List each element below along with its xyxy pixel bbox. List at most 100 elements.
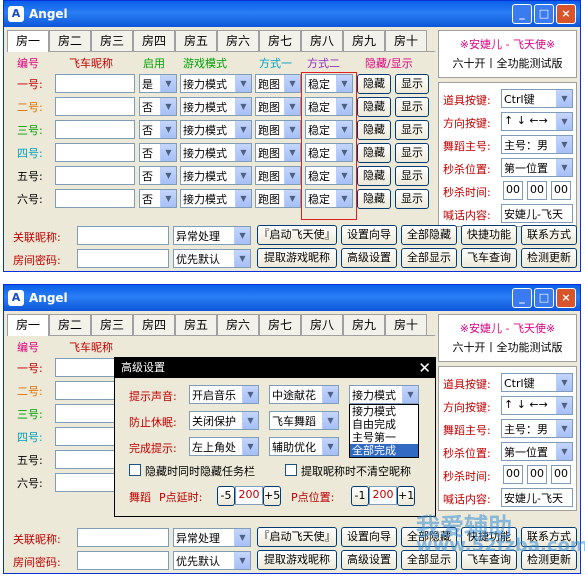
hide-all-button[interactable]: 全部隐藏 <box>401 225 457 245</box>
slot-mode-select[interactable]: 接力模式 ▼ <box>180 143 252 162</box>
slot-mode-select[interactable]: 接力模式 ▼ <box>180 166 252 185</box>
kill-hour-input[interactable]: 00 <box>503 465 523 484</box>
p-pos-minus-button[interactable]: -1 <box>351 486 369 506</box>
kill-hour-input[interactable]: 00 <box>503 181 523 200</box>
setting-select[interactable]: ↑ ↓ ←→ ▼ <box>501 112 573 131</box>
slot-enable-select[interactable]: 是 ▼ <box>139 74 177 93</box>
close-button[interactable]: × <box>556 288 576 308</box>
priority-select[interactable]: 优先默认 ▼ <box>173 249 251 268</box>
minimize-button[interactable]: _ <box>512 288 532 308</box>
tab-room-5[interactable]: 房五 <box>175 30 217 51</box>
slot-hide-button[interactable]: 隐藏 <box>357 120 391 140</box>
start-button[interactable]: 『启动飞天使』 <box>257 527 337 547</box>
wizard-button[interactable]: 设置向导 <box>341 225 397 245</box>
slot-enable-select[interactable]: 否 ▼ <box>139 189 177 208</box>
advanced-settings-button[interactable]: 高级设置 <box>341 248 397 268</box>
assoc-nick-input[interactable] <box>77 528 169 547</box>
exception-select[interactable]: 异常处理 ▼ <box>173 226 251 245</box>
assist-select[interactable]: 辅助优化 ▼ <box>269 437 339 456</box>
slot-enable-select[interactable]: 否 ▼ <box>139 166 177 185</box>
option-main-first[interactable]: 主号第一 <box>350 431 418 444</box>
assoc-nick-input[interactable] <box>77 226 169 245</box>
tab-room-1[interactable]: 房一 <box>7 30 49 52</box>
setting-select[interactable]: 主号：男 ▼ <box>501 419 573 438</box>
tab-room-10[interactable]: 房十 <box>385 30 427 51</box>
slot-hide-button[interactable]: 隐藏 <box>357 166 391 186</box>
slot-method2-select[interactable]: 稳定 ▼ <box>305 189 353 208</box>
priority-select[interactable]: 优先默认 ▼ <box>173 551 251 570</box>
slot-method2-select[interactable]: 稳定 ▼ <box>305 143 353 162</box>
title-bar[interactable]: A Angel _ □ × <box>4 285 580 311</box>
p-delay-plus-button[interactable]: +5 <box>263 486 281 506</box>
slot-mode-select[interactable]: 接力模式 ▼ <box>180 189 252 208</box>
exception-select[interactable]: 异常处理 ▼ <box>173 528 251 547</box>
setting-select[interactable]: Ctrl键 ▼ <box>501 89 573 108</box>
tab-room-9[interactable]: 房九 <box>343 314 385 335</box>
advanced-settings-button[interactable]: 高级设置 <box>341 550 397 570</box>
extract-nick-button[interactable]: 提取游戏昵称 <box>257 248 337 268</box>
tab-room-4[interactable]: 房四 <box>133 30 175 51</box>
slot-enable-select[interactable]: 否 ▼ <box>139 143 177 162</box>
tab-room-8[interactable]: 房八 <box>301 314 343 335</box>
tab-room-6[interactable]: 房六 <box>217 30 259 51</box>
sound-select[interactable]: 开启音乐 ▼ <box>189 385 259 404</box>
tab-room-9[interactable]: 房九 <box>343 30 385 51</box>
slot-method1-select[interactable]: 跑图 ▼ <box>255 97 301 116</box>
setting-select[interactable]: 主号：男 ▼ <box>501 135 573 154</box>
kill-second-input[interactable]: 00 <box>551 181 571 200</box>
car-query-button[interactable]: 飞车查询 <box>461 248 517 268</box>
dialog-title-bar[interactable]: 高级设置 ✕ <box>115 358 435 378</box>
slot-show-button[interactable]: 显示 <box>395 120 429 140</box>
slot-method2-select[interactable]: 稳定 ▼ <box>305 166 353 185</box>
setting-select[interactable]: ↑ ↓ ←→ ▼ <box>501 396 573 415</box>
slot-nick-input[interactable] <box>55 74 135 93</box>
setting-select[interactable]: 第一位置 ▼ <box>501 442 573 461</box>
slot-mode-select[interactable]: 接力模式 ▼ <box>180 97 252 116</box>
maximize-button[interactable]: □ <box>534 288 554 308</box>
slot-show-button[interactable]: 显示 <box>395 189 429 209</box>
tab-room-1[interactable]: 房一 <box>7 314 49 336</box>
slot-hide-button[interactable]: 隐藏 <box>357 189 391 209</box>
tab-room-5[interactable]: 房五 <box>175 314 217 335</box>
tab-room-3[interactable]: 房三 <box>91 314 133 335</box>
p-delay-minus-button[interactable]: -5 <box>217 486 235 506</box>
shortcut-button[interactable]: 快捷功能 <box>461 225 517 245</box>
tab-room-7[interactable]: 房七 <box>259 30 301 51</box>
show-all-button[interactable]: 全部显示 <box>401 248 457 268</box>
close-button[interactable]: × <box>556 4 576 24</box>
setting-select[interactable]: 第一位置 ▼ <box>501 158 573 177</box>
slot-nick-input[interactable] <box>55 189 135 208</box>
slot-method2-select[interactable]: 稳定 ▼ <box>305 74 353 93</box>
slot-mode-select[interactable]: 接力模式 ▼ <box>180 74 252 93</box>
hide-taskbar-checkbox[interactable] <box>129 464 141 476</box>
title-bar[interactable]: A Angel _ □ × <box>4 1 580 27</box>
dance-select[interactable]: 飞车舞蹈 ▼ <box>269 411 339 430</box>
tab-room-2[interactable]: 房二 <box>49 314 91 335</box>
contact-button[interactable]: 联系方式 <box>521 225 577 245</box>
done-select[interactable]: 左上角处 ▼ <box>189 437 259 456</box>
slot-enable-select[interactable]: 否 ▼ <box>139 120 177 139</box>
setting-select[interactable]: Ctrl键 ▼ <box>501 373 573 392</box>
wizard-button[interactable]: 设置向导 <box>341 527 397 547</box>
tab-room-3[interactable]: 房三 <box>91 30 133 51</box>
check-update-button[interactable]: 检测更新 <box>521 248 577 268</box>
tab-room-6[interactable]: 房六 <box>217 314 259 335</box>
tab-room-7[interactable]: 房七 <box>259 314 301 335</box>
slot-method2-select[interactable]: 稳定 ▼ <box>305 120 353 139</box>
sleep-select[interactable]: 关闭保护 ▼ <box>189 411 259 430</box>
p-delay-value[interactable]: 200 <box>235 486 263 505</box>
slot-mode-select[interactable]: 接力模式 ▼ <box>180 120 252 139</box>
minimize-button[interactable]: _ <box>512 4 532 24</box>
kill-minute-input[interactable]: 00 <box>527 465 547 484</box>
slot-method1-select[interactable]: 跑图 ▼ <box>255 143 301 162</box>
dialog-close-icon[interactable]: ✕ <box>418 358 431 378</box>
tab-room-8[interactable]: 房八 <box>301 30 343 51</box>
room-password-input[interactable] <box>77 249 169 268</box>
slot-show-button[interactable]: 显示 <box>395 74 429 94</box>
slot-hide-button[interactable]: 隐藏 <box>357 143 391 163</box>
slot-nick-input[interactable] <box>55 143 135 162</box>
mode-select[interactable]: 接力模式 ▼ <box>349 385 419 404</box>
extract-nick-button[interactable]: 提取游戏昵称 <box>257 550 337 570</box>
start-button[interactable]: 『启动飞天使』 <box>257 225 337 245</box>
slot-method1-select[interactable]: 跑图 ▼ <box>255 189 301 208</box>
